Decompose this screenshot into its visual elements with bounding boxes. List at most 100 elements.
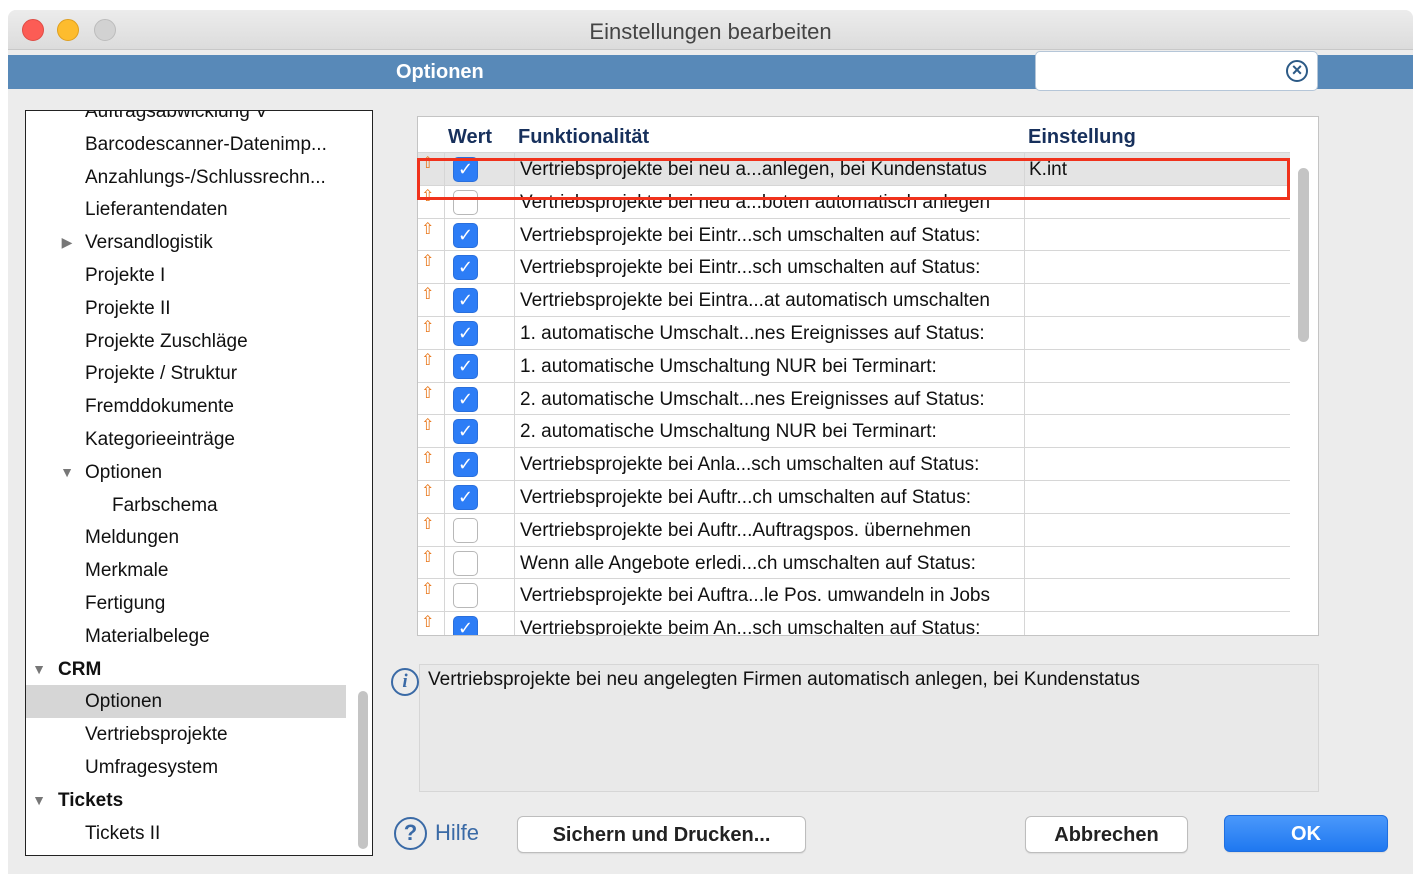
sidebar-item[interactable]: ▼ Optionen (26, 456, 346, 489)
sidebar-item[interactable]: ▶ Versandlogistik (26, 226, 346, 259)
help-link[interactable]: Hilfe (435, 820, 479, 846)
wert-checkbox[interactable] (453, 517, 478, 543)
wert-checkbox[interactable]: ✓ (453, 288, 478, 314)
sidebar-item[interactable]: Fremddokumente (26, 390, 346, 423)
table-row[interactable]: ⇧ ✓ Vertriebsprojekte bei Anla...sch umsch… (418, 447, 1290, 481)
function-cell: Vertriebsprojekte bei Auftr...Auftragspo… (514, 513, 1024, 546)
table-row[interactable]: ⇧ ✓ Vertriebsprojekte bei neu a...anlegen,… (418, 152, 1290, 185)
setting-cell[interactable] (1024, 481, 1290, 513)
sidebar-item[interactable]: Barcodescanner-Datenimp... (26, 128, 346, 161)
table-row[interactable]: ⇧ Vertriebsprojekte bei Auftra...le Pos. … (418, 578, 1290, 612)
disclosure-expanded-icon[interactable]: ▼ (32, 653, 46, 686)
disclosure-collapsed-icon[interactable]: ▶ (60, 226, 74, 259)
table-scrollbar[interactable] (1298, 168, 1309, 342)
table-row[interactable]: ⇧ ✓ 2. automatische Umschaltung NUR bei Te… (418, 414, 1290, 448)
sidebar-item[interactable]: Meldungen (26, 521, 346, 554)
wert-cell: ✓ (444, 218, 514, 251)
wert-checkbox[interactable]: ✓ (453, 386, 478, 412)
sidebar-item[interactable]: Kategorieeinträge (26, 423, 346, 456)
column-header-einstellung[interactable]: Einstellung (1024, 117, 1290, 151)
table-row[interactable]: ⇧ ✓ 2. automatische Umschalt...nes Ereigni… (418, 381, 1290, 415)
wert-checkbox[interactable]: ✓ (453, 353, 478, 379)
wert-checkbox[interactable] (453, 583, 478, 609)
arrow-up-icon: ⇧ (421, 548, 435, 566)
search-input[interactable]: × (1035, 51, 1318, 91)
arrow-up-icon: ⇧ (421, 384, 435, 402)
sidebar-item[interactable]: Tickets II (26, 817, 346, 850)
sidebar-item[interactable]: Fertigung (26, 587, 346, 620)
sidebar-item[interactable]: Projekte II (26, 292, 346, 325)
setting-cell[interactable] (1024, 382, 1290, 415)
setting-cell[interactable] (1024, 448, 1290, 481)
wert-checkbox[interactable]: ✓ (453, 255, 478, 281)
table-row[interactable]: ⇧ ✓ Vertriebsprojekte bei Auftr...ch umsch… (418, 480, 1290, 513)
wert-cell: ✓ (444, 284, 514, 317)
table-row[interactable]: ⇧ ✓ Vertriebsprojekte bei Eintra...at auto… (418, 283, 1290, 317)
sidebar-item[interactable]: ▼ CRM (26, 653, 346, 686)
table-row[interactable]: ⇧ Vertriebsprojekte bei neu a...boten aut… (418, 184, 1290, 218)
table-row[interactable]: ⇧ Vertriebsprojekte bei Auftr...Auftragsp… (418, 512, 1290, 546)
wert-cell: ✓ (444, 481, 514, 513)
sidebar-item[interactable]: Projekte I (26, 259, 346, 292)
table-row[interactable]: ⇧ ✓ Vertriebsprojekte bei Eintr...sch umsc… (418, 217, 1290, 251)
disclosure-expanded-icon[interactable]: ▼ (32, 784, 46, 817)
settings-tree[interactable]: Auftragsabwicklung V Barcodescanner-Daten… (25, 110, 373, 856)
help-icon[interactable]: ? (394, 817, 427, 850)
sidebar-item[interactable]: Umfragesystem (26, 751, 346, 784)
setting-cell[interactable] (1024, 185, 1290, 218)
wert-checkbox[interactable]: ✓ (453, 222, 478, 248)
setting-cell[interactable] (1024, 349, 1290, 382)
wert-checkbox[interactable]: ✓ (453, 321, 478, 346)
wert-checkbox[interactable]: ✓ (453, 452, 478, 478)
sidebar-item-label: CRM (58, 658, 102, 680)
table-row[interactable]: ⇧ ✓ Vertriebsprojekte beim An...sch umscha… (418, 611, 1290, 635)
table-row[interactable]: ⇧ ✓ 1. automatische Umschaltung NUR bei Te… (418, 348, 1290, 382)
setting-cell[interactable] (1024, 317, 1290, 349)
setting-cell[interactable] (1024, 284, 1290, 317)
wert-checkbox[interactable] (453, 550, 478, 576)
sidebar-item[interactable]: Anzahlungs-/Schlussrechn... (26, 161, 346, 194)
sidebar-scrollbar[interactable] (358, 691, 368, 849)
row-status-cell: ⇧ (418, 153, 444, 185)
sidebar-item[interactable]: Farbschema (26, 489, 346, 522)
setting-cell[interactable]: K.int (1024, 153, 1290, 185)
setting-cell[interactable] (1024, 513, 1290, 546)
setting-cell[interactable] (1024, 612, 1290, 635)
row-status-cell: ⇧ (418, 186, 444, 218)
table-row[interactable]: ⇧ Wenn alle Angebote erledi...ch umschalt… (418, 545, 1290, 579)
setting-cell[interactable] (1024, 579, 1290, 612)
wert-checkbox[interactable]: ✓ (453, 419, 478, 445)
wert-cell (444, 185, 514, 218)
setting-cell[interactable] (1024, 546, 1290, 579)
wert-checkbox[interactable]: ✓ (453, 485, 478, 510)
setting-cell[interactable] (1024, 218, 1290, 251)
wert-checkbox[interactable]: ✓ (453, 616, 478, 635)
sidebar-item[interactable]: ▼ Tickets (26, 784, 346, 817)
sidebar-item[interactable]: Lieferantendaten (26, 193, 346, 226)
wert-checkbox[interactable] (453, 189, 478, 215)
save-and-print-button[interactable]: Sichern und Drucken... (517, 816, 806, 853)
sidebar-item[interactable]: Merkmale (26, 554, 346, 587)
arrow-up-icon: ⇧ (421, 614, 435, 632)
row-status-cell: ⇧ (418, 415, 444, 447)
ok-button[interactable]: OK (1224, 815, 1388, 852)
column-header-wert[interactable]: Wert (444, 117, 514, 151)
sidebar-item[interactable]: Vertriebsprojekte (26, 718, 346, 751)
function-cell: Vertriebsprojekte bei Auftr...ch umschal… (514, 481, 1024, 513)
sidebar-item[interactable]: Projekte / Struktur (26, 357, 346, 390)
column-header-funktionalitaet[interactable]: Funktionalität (514, 117, 1024, 151)
sidebar-item-label: Lieferantendaten (85, 199, 228, 221)
setting-cell[interactable] (1024, 415, 1290, 448)
disclosure-expanded-icon[interactable]: ▼ (60, 456, 74, 489)
sidebar-item[interactable]: Materialbelege (26, 620, 346, 653)
clear-circle-icon[interactable]: × (1286, 60, 1308, 82)
table-row[interactable]: ⇧ ✓ 1. automatische Umschalt...nes Ereigni… (418, 316, 1290, 349)
sidebar-item[interactable]: Auftragsabwicklung V (26, 111, 346, 128)
cancel-button[interactable]: Abbrechen (1025, 816, 1188, 853)
wert-checkbox[interactable]: ✓ (453, 157, 478, 182)
sidebar-item[interactable]: Optionen (26, 685, 346, 719)
table-row[interactable]: ⇧ ✓ Vertriebsprojekte bei Eintr...sch umsc… (418, 250, 1290, 284)
sidebar-item[interactable]: Projekte Zuschläge (26, 325, 346, 358)
header-title: Optionen (396, 61, 484, 83)
setting-cell[interactable] (1024, 251, 1290, 284)
